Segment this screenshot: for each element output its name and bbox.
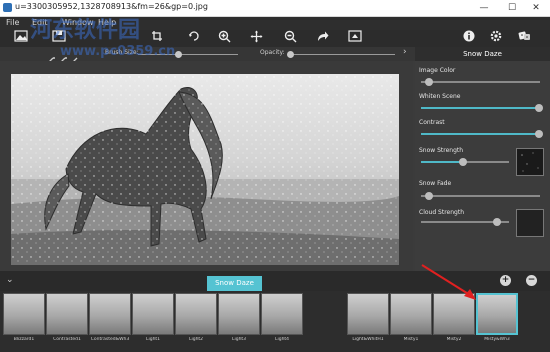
close-button[interactable]: ✕ [522,0,550,16]
preset-thumb-selected[interactable]: Misty&Wh3 [476,293,518,345]
snow-fade-knob[interactable] [425,192,433,200]
minimize-button[interactable]: — [470,0,498,16]
whiten-scene-knob[interactable] [535,104,543,112]
snow-strength-label: Snow Strength [419,147,464,154]
watermark-text: 河东软件园 [30,18,141,43]
zoom-in-icon[interactable] [216,30,233,47]
opacity-knob[interactable] [287,51,294,58]
watermark-url: www.pc0359.cn [60,44,176,59]
collapse-chevron-icon[interactable]: ⌄ [6,275,14,285]
preset-thumb[interactable]: Blizzard1 [3,293,45,345]
image-color-label: Image Color [419,67,456,74]
zoom-out-icon[interactable] [282,30,299,47]
random-dice-icon[interactable] [516,30,533,47]
snow-fade-label: Snow Fade [419,180,452,187]
image-color-knob[interactable] [425,78,433,86]
image-color-slider[interactable] [421,81,540,83]
share-icon[interactable] [314,30,331,47]
move-icon[interactable] [248,30,265,47]
annotation-arrow [421,264,476,300]
fit-screen-icon[interactable] [346,30,363,47]
opacity-label: Opacity: [260,49,285,56]
snow-fade-slider[interactable] [421,195,540,197]
brush-size-knob[interactable] [175,51,182,58]
opacity-slider[interactable] [290,54,395,55]
contrast-slider[interactable] [421,133,538,135]
snow-texture-swatch[interactable] [516,148,544,176]
window-title: u=3300305952,1328708913&fm=26&gp=0.jpg [15,2,208,11]
preset-thumb[interactable]: Light4 [261,293,303,345]
open-image-icon[interactable] [12,30,29,47]
info-icon[interactable] [460,30,477,47]
preset-thumb[interactable]: Light1 [132,293,174,345]
preset-thumb[interactable]: Contrasted1 [46,293,88,345]
whiten-scene-slider[interactable] [421,107,538,109]
app-icon [3,3,12,12]
cloud-strength-knob[interactable] [493,218,501,226]
effect-panel: Image Color Whiten Scene Contrast Snow S… [415,61,550,271]
toolbar-right [415,30,550,47]
snow-strength-slider[interactable] [421,161,463,163]
panel-toggle-arrow[interactable]: › [403,47,407,57]
add-preset-button[interactable]: + [500,275,511,286]
remove-preset-button[interactable]: − [526,275,537,286]
contrast-label: Contrast [419,119,445,126]
edited-photo[interactable] [11,74,399,265]
preset-thumb[interactable]: Contrasted&Wh3 [89,293,131,345]
cloud-strength-label: Cloud Strength [419,209,464,216]
snow-strength-knob[interactable] [459,158,467,166]
preset-category-tab[interactable]: Snow Daze [207,276,262,291]
canvas-area [0,61,413,271]
preset-thumb[interactable]: Light3 [218,293,260,345]
rotate-icon[interactable] [185,30,202,47]
cloud-texture-swatch[interactable] [516,209,544,237]
menu-file[interactable]: File [6,18,19,27]
panel-title: Snow Daze [415,47,550,61]
contrast-knob[interactable] [535,130,543,138]
preset-thumb[interactable]: Light&WhitH1 [347,293,389,345]
settings-gear-icon[interactable] [487,30,504,47]
preset-thumb[interactable]: Light2 [175,293,217,345]
whiten-scene-label: Whiten Scene [419,93,461,100]
